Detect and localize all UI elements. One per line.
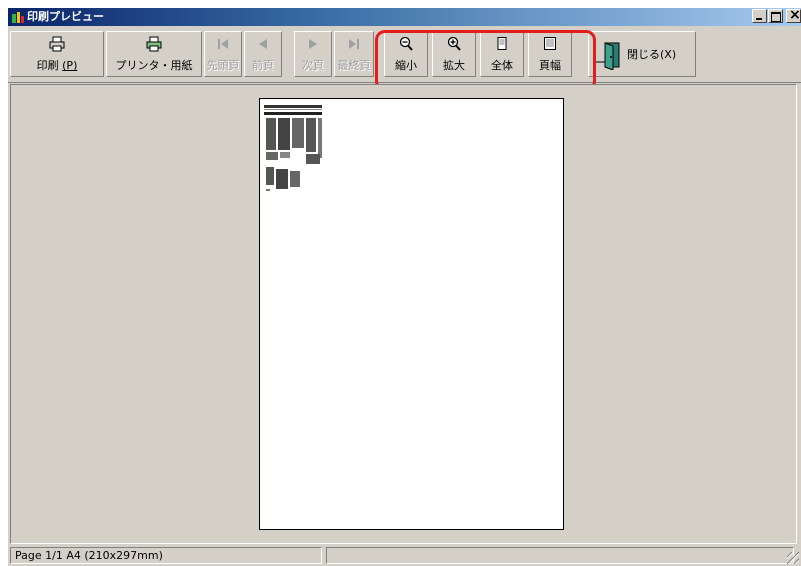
title-bar[interactable]: 印刷プレビュー	[8, 7, 801, 26]
first-page-label: 先頭頁	[206, 59, 240, 72]
prev-page-icon	[259, 39, 267, 49]
prev-page-label: 前頁	[252, 59, 274, 72]
close-preview-label: 閉じる(X)	[627, 48, 677, 61]
zoom-out-button[interactable]: 縮小	[384, 31, 428, 77]
print-mnemonic: (P)	[62, 59, 78, 72]
printer-icon	[49, 36, 65, 52]
close-preview-button[interactable]: 閉じる(X)	[588, 31, 696, 77]
zoom-in-label: 拡大	[443, 59, 465, 72]
window-title: 印刷プレビュー	[27, 10, 104, 23]
print-button[interactable]: 印刷 (P)	[10, 31, 104, 77]
last-page-button[interactable]: 最終頁	[334, 31, 374, 77]
whole-page-label: 全体	[491, 59, 513, 72]
zoom-in-icon	[447, 36, 461, 51]
preview-page[interactable]	[259, 98, 564, 530]
page-width-icon	[544, 37, 556, 50]
prev-page-button[interactable]: 前頁	[244, 31, 282, 77]
next-page-label: 次頁	[302, 59, 324, 72]
printer-paper-label: プリンタ・用紙	[115, 59, 193, 72]
next-page-button[interactable]: 次頁	[294, 31, 332, 77]
preview-area[interactable]	[10, 84, 797, 544]
zoom-out-icon	[399, 36, 413, 51]
page-width-label: 頁幅	[539, 59, 561, 72]
print-preview-window: 印刷プレビュー 印刷 (P) プリンタ・用紙	[8, 7, 801, 566]
app-icon	[12, 12, 24, 23]
resize-grip[interactable]	[787, 552, 799, 564]
whole-page-button[interactable]: 全体	[480, 31, 524, 77]
print-label: 印刷	[36, 59, 59, 72]
first-page-icon	[218, 39, 228, 49]
printer-paper-button[interactable]: プリンタ・用紙	[106, 31, 202, 77]
minimize-button[interactable]	[752, 9, 767, 23]
first-page-button[interactable]: 先頭頁	[204, 31, 242, 77]
page-width-button[interactable]: 頁幅	[528, 31, 572, 77]
printer-paper-icon	[146, 36, 162, 52]
maximize-button[interactable]	[768, 9, 783, 23]
last-page-label: 最終頁	[337, 59, 371, 72]
last-page-icon	[349, 39, 359, 49]
status-bar: Page 1/1 A4 (210x297mm)	[8, 544, 801, 566]
whole-page-icon	[497, 37, 507, 50]
next-page-icon	[309, 39, 317, 49]
zoom-in-button[interactable]: 拡大	[432, 31, 476, 77]
page-content-thumbnail	[264, 105, 322, 191]
page-info-status: Page 1/1 A4 (210x297mm)	[10, 547, 322, 564]
status-pane-empty	[326, 547, 794, 564]
exit-door-icon	[595, 42, 620, 70]
close-window-button[interactable]	[786, 7, 801, 23]
toolbar: 印刷 (P) プリンタ・用紙 先頭頁 前頁 次頁 最終頁 縮小 拡大 全体 頁幅…	[8, 26, 801, 83]
zoom-out-label: 縮小	[395, 59, 417, 72]
